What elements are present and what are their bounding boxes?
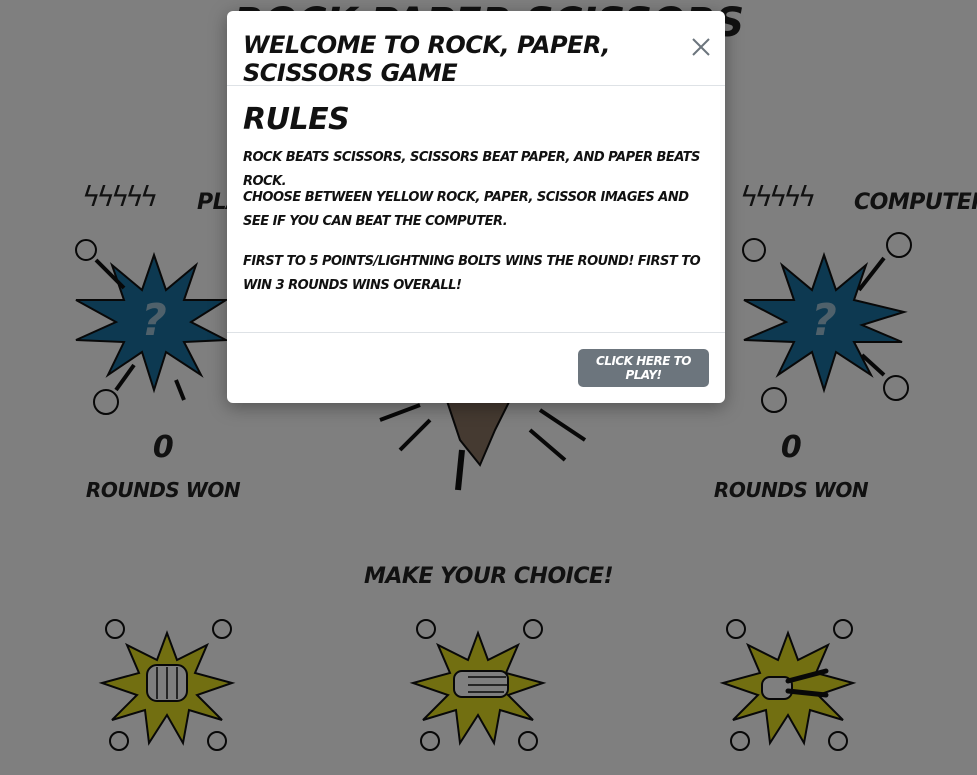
rules-title: Rules xyxy=(243,102,350,137)
modal-header: Welcome to Rock, Paper, Scissors Game xyxy=(227,11,725,87)
close-icon[interactable] xyxy=(689,35,713,59)
rule-2: Choose between yellow rock, paper, sciss… xyxy=(243,190,689,229)
welcome-modal: Welcome to Rock, Paper, Scissors Game Ru… xyxy=(227,11,725,403)
rule-3: First to 5 points/lightning bolts wins t… xyxy=(243,254,701,293)
modal-title: Welcome to Rock, Paper, Scissors Game xyxy=(243,31,611,87)
modal-body: Rules Rock beats scissors, scissors beat… xyxy=(227,86,725,333)
play-button[interactable]: Click here to play! xyxy=(578,349,709,387)
